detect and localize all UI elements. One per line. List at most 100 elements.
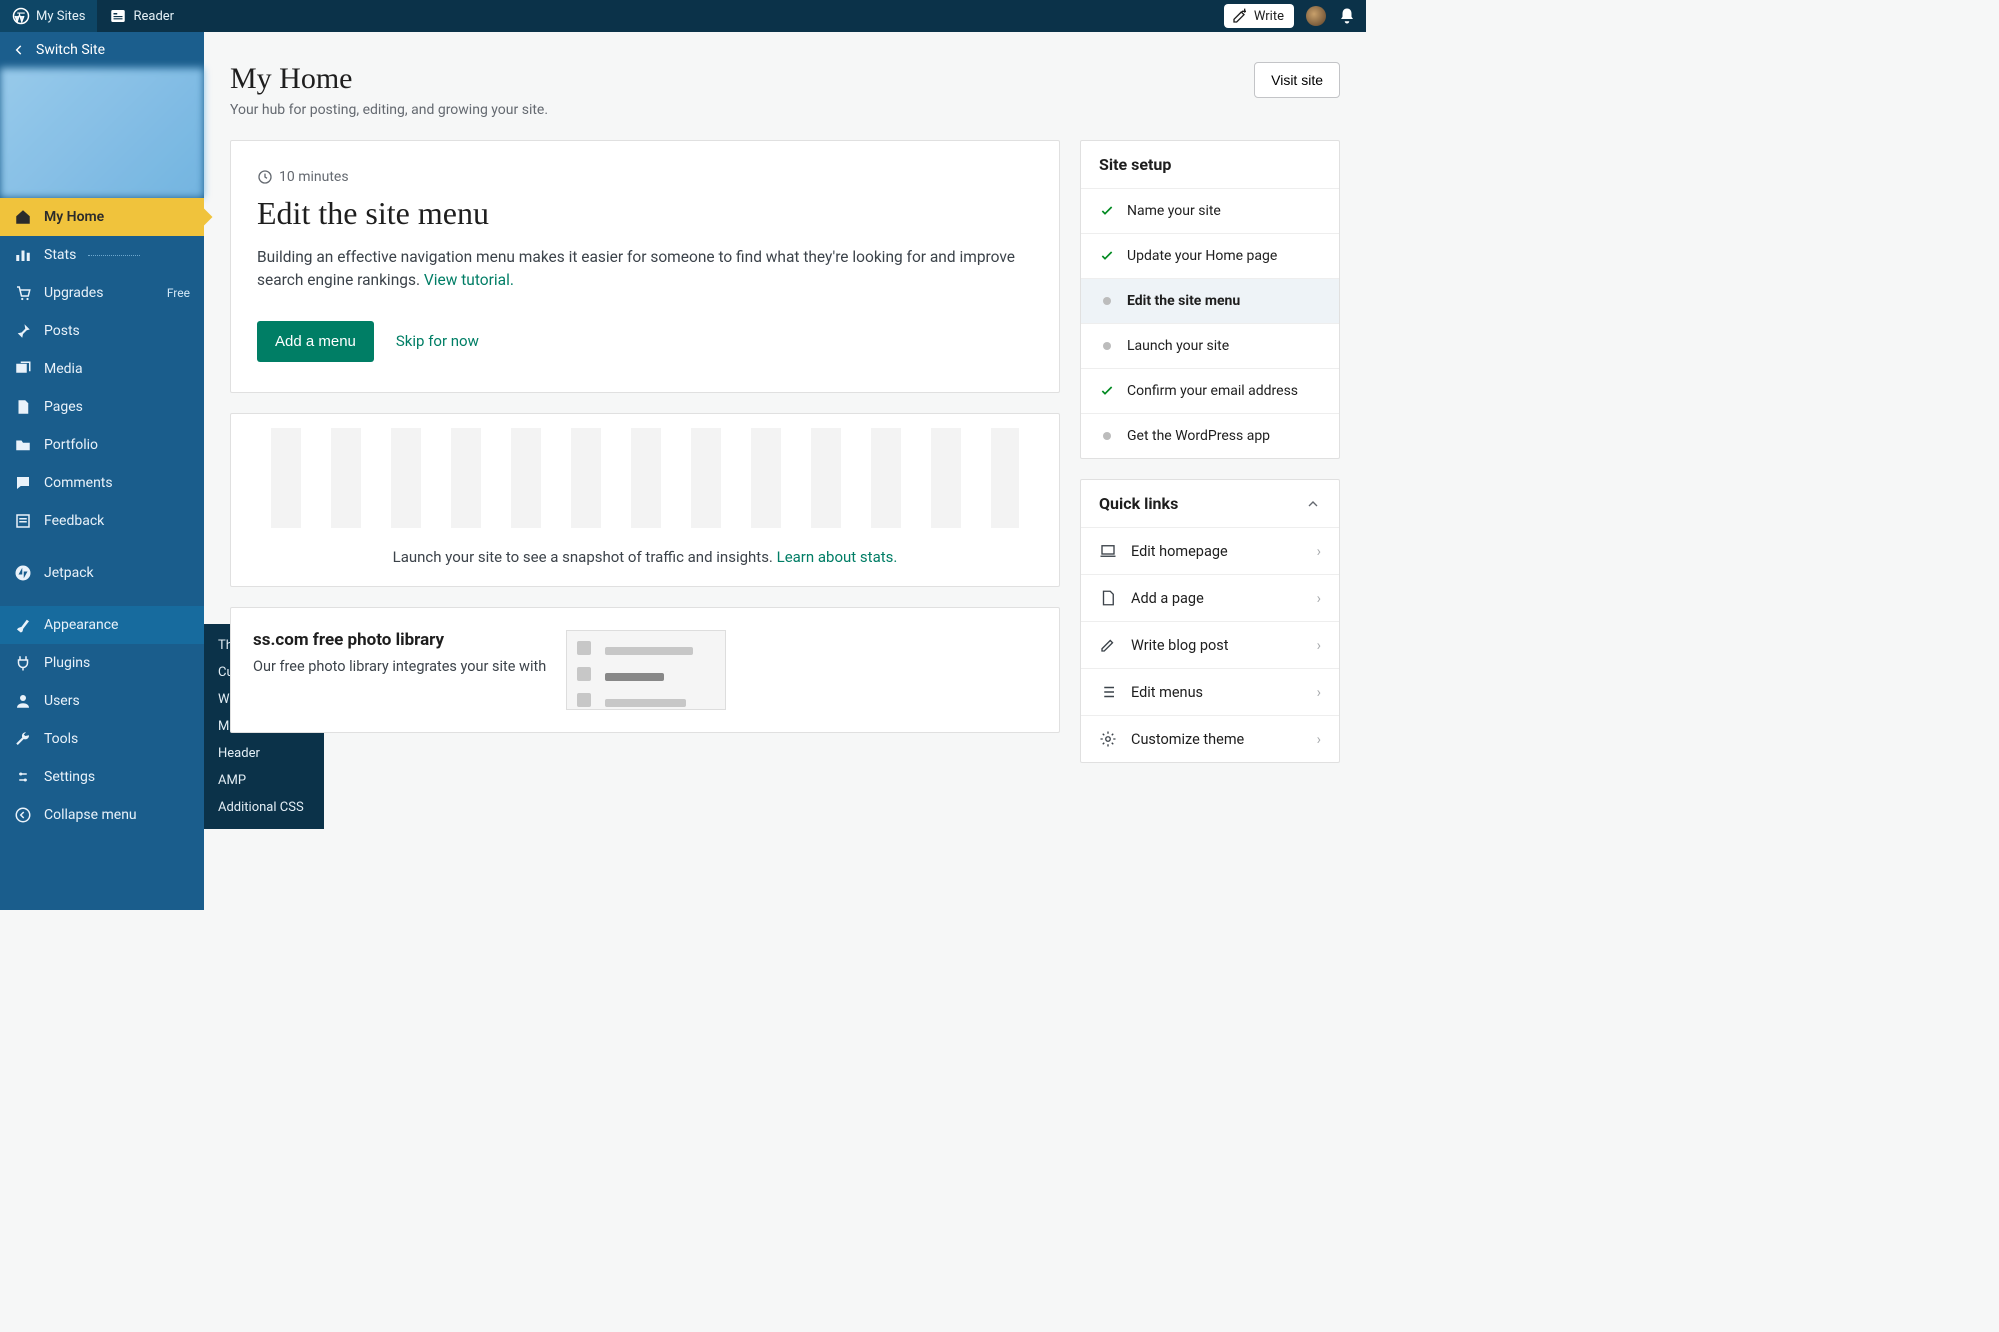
check-icon [1099,248,1115,264]
setup-item-get-app[interactable]: Get the WordPress app [1081,414,1339,458]
visit-site-button[interactable]: Visit site [1254,62,1340,98]
sidebar-item-label: Comments [44,475,113,491]
chevron-right-icon: › [1317,590,1321,607]
page-title: My Home [230,62,548,96]
setup-item-label: Name your site [1127,203,1221,219]
sidebar-item-label: Stats [44,247,76,263]
task-body-text: Building an effective navigation menu ma… [257,248,1015,289]
sidebar-item-label: Tools [44,731,78,747]
skip-for-now-link[interactable]: Skip for now [396,332,479,350]
setup-item-label: Get the WordPress app [1127,428,1270,444]
settings-icon [14,768,32,786]
setup-item-label: Confirm your email address [1127,383,1298,399]
sidebar-item-tools[interactable]: Tools [0,720,204,758]
task-time-label: 10 minutes [279,169,349,185]
quick-links-heading[interactable]: Quick links [1081,480,1339,528]
collapse-icon [14,806,32,824]
chevron-left-icon [12,43,26,57]
main-content: My Home Your hub for posting, editing, a… [204,32,1366,910]
gear-icon [1099,730,1117,748]
switch-site-label: Switch Site [36,42,105,58]
ql-edit-homepage[interactable]: Edit homepage › [1081,528,1339,575]
check-icon [1099,383,1115,399]
masterbar-right: Write [1224,4,1356,28]
bullet-icon [1103,297,1111,305]
setup-item-confirm-email[interactable]: Confirm your email address [1081,369,1339,414]
upgrades-badge: Free [167,286,190,300]
masterbar-reader[interactable]: Reader [97,0,186,32]
quick-links-card: Quick links Edit homepage › Add a page ›… [1080,479,1340,763]
notifications-icon[interactable] [1338,7,1356,25]
sidebar-item-label: Settings [44,769,95,785]
comment-icon [14,474,32,492]
add-menu-button[interactable]: Add a menu [257,321,374,362]
sidebar-item-pages[interactable]: Pages [0,388,204,426]
sidebar-item-home[interactable]: My Home [0,198,204,236]
setup-item-update-home[interactable]: Update your Home page [1081,234,1339,279]
chevron-right-icon: › [1317,543,1321,560]
sidebar-item-users[interactable]: Users [0,682,204,720]
ql-label: Edit menus [1131,684,1203,701]
sidebar-item-label: Collapse menu [44,807,137,823]
reader-icon [109,7,127,25]
sidebar-item-settings[interactable]: Settings [0,758,204,796]
stats-text-before: Launch your site to see a snapshot of tr… [393,548,777,566]
sidebar-item-label: Media [44,361,83,377]
sidebar-item-upgrades[interactable]: Upgrades Free [0,274,204,312]
sidebar-item-media[interactable]: Media [0,350,204,388]
sidebar-item-portfolio[interactable]: Portfolio [0,426,204,464]
page-icon [1099,589,1117,607]
site-card[interactable] [0,68,204,198]
ql-edit-menus[interactable]: Edit menus › [1081,669,1339,716]
list-icon [1099,683,1117,701]
bullet-icon [1103,342,1111,350]
masterbar-my-sites[interactable]: My Sites [0,0,97,32]
switch-site-button[interactable]: Switch Site [0,32,204,68]
photo-lib-thumb [566,630,726,710]
sidebar-item-posts[interactable]: Posts [0,312,204,350]
photo-lib-title: ss.com free photo library [253,630,546,650]
write-icon [1232,8,1248,24]
sidebar-item-appearance[interactable]: Appearance [0,606,204,644]
sidebar-item-plugins[interactable]: Plugins [0,644,204,682]
chevron-right-icon: › [1317,637,1321,654]
sidebar-item-label: Users [44,693,80,709]
sidebar-item-label: Posts [44,323,80,339]
sidebar-collapse[interactable]: Collapse menu [0,796,204,834]
setup-item-name-site[interactable]: Name your site [1081,189,1339,234]
sidebar-item-jetpack[interactable]: Jetpack [0,554,204,592]
bullet-icon [1103,432,1111,440]
write-button[interactable]: Write [1224,4,1294,28]
stats-text: Launch your site to see a snapshot of tr… [231,542,1059,586]
page-header: My Home Your hub for posting, editing, a… [230,62,1340,118]
setup-item-label: Update your Home page [1127,248,1277,264]
plug-icon [14,654,32,672]
task-time: 10 minutes [257,169,1033,185]
laptop-icon [1099,542,1117,560]
sidebar-item-comments[interactable]: Comments [0,464,204,502]
setup-item-edit-menu[interactable]: Edit the site menu [1081,279,1339,324]
stats-card: Launch your site to see a snapshot of tr… [230,413,1060,587]
ql-add-page[interactable]: Add a page › [1081,575,1339,622]
sidebar-item-label: Appearance [44,617,118,633]
sidebar-item-feedback[interactable]: Feedback [0,502,204,540]
setup-item-launch[interactable]: Launch your site [1081,324,1339,369]
sidebar-item-label: Plugins [44,655,90,671]
folder-icon [14,436,32,454]
cart-icon [14,284,32,302]
page-subtitle: Your hub for posting, editing, and growi… [230,102,548,118]
view-tutorial-link[interactable]: View tutorial. [424,271,514,289]
sidebar-item-stats[interactable]: Stats [0,236,204,274]
ql-customize-theme[interactable]: Customize theme › [1081,716,1339,762]
chevron-right-icon: › [1317,684,1321,701]
avatar[interactable] [1306,6,1326,26]
pencil-icon [1099,636,1117,654]
sidebar: Switch Site My Home Stats Upgrades Free … [0,32,204,910]
pin-icon [14,322,32,340]
learn-about-stats-link[interactable]: Learn about stats. [777,548,898,566]
ql-write-post[interactable]: Write blog post › [1081,622,1339,669]
sidebar-item-label: Pages [44,399,83,415]
jetpack-icon [14,564,32,582]
masterbar-my-sites-label: My Sites [36,9,85,24]
ql-label: Edit homepage [1131,543,1228,560]
